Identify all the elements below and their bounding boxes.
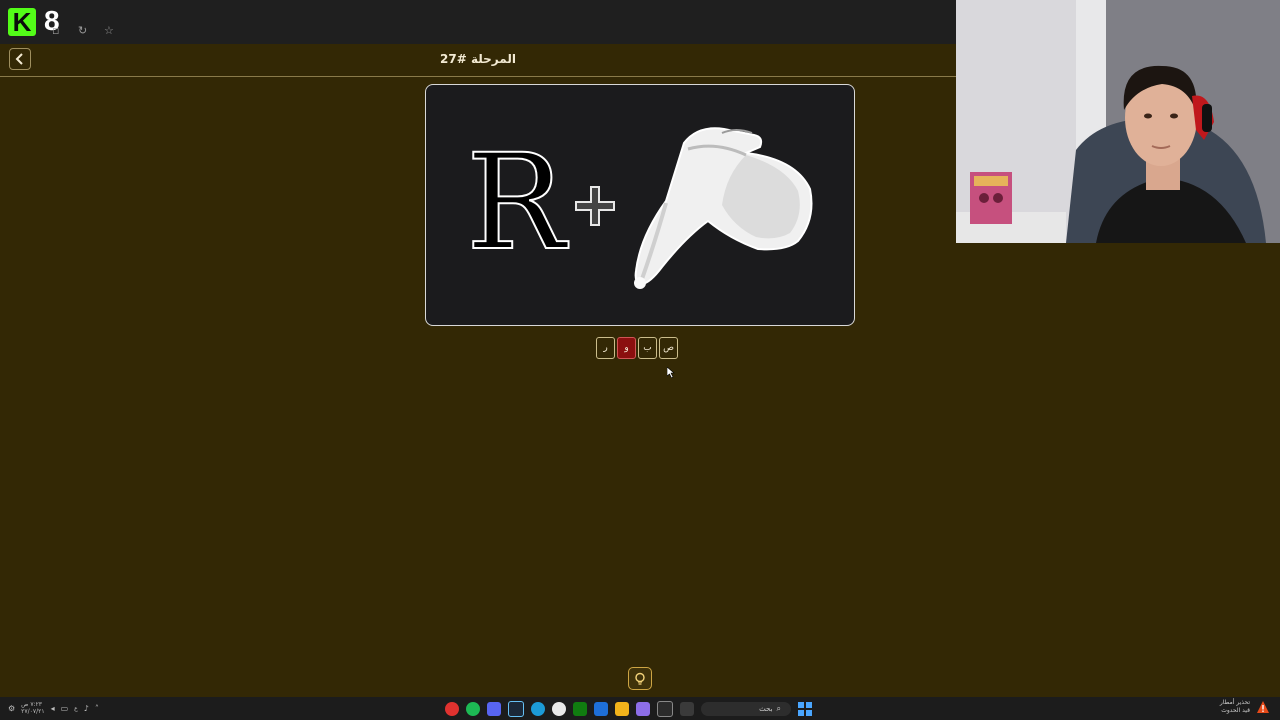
network-icon[interactable]: ▭	[61, 704, 69, 713]
page-title: المرحلة #27	[440, 52, 516, 66]
puzzle-letter: R	[465, 126, 566, 280]
terminal-icon[interactable]	[680, 702, 694, 716]
warning-icon	[1257, 701, 1269, 713]
lightbulb-icon	[635, 672, 645, 685]
clock-date: ٢٧/٠٧/٢١	[21, 708, 45, 715]
mouse-cursor-icon	[667, 367, 675, 378]
edge-icon[interactable]	[531, 702, 545, 716]
webcam-overlay	[956, 0, 1280, 243]
weather-alert[interactable]: تحذير أمطار قيد الحدوث	[1220, 699, 1270, 715]
answer-tiles: ص ب و ر	[596, 337, 678, 359]
windows-start-icon[interactable]	[798, 702, 812, 716]
store-icon[interactable]	[594, 702, 608, 716]
refresh-icon[interactable]: ↻	[78, 24, 87, 38]
taskbar-search[interactable]: بحث ⌕	[701, 702, 791, 716]
pouring-milk-jug-icon	[634, 127, 813, 289]
browser-toolbar: K 8 ▫ ↻ ☆	[0, 0, 956, 45]
file-explorer-icon[interactable]	[615, 702, 629, 716]
taskbar-apps: بحث ⌕	[445, 701, 812, 717]
alert-line-1: تحذير أمطار	[1219, 699, 1250, 706]
alert-line-2: قيد الحدوث	[1221, 707, 1250, 714]
hint-button[interactable]	[628, 667, 652, 690]
clock-time: ٧:٢٣ ص	[21, 701, 43, 708]
language-indicator[interactable]: ع	[74, 705, 78, 712]
search-icon: ⌕	[776, 704, 781, 713]
chrome-icon[interactable]	[552, 702, 566, 716]
windows-taskbar: ⚙ ٧:٢٣ ص ٢٧/٠٧/٢١ ◂ ▭ ع ♪ ˄ بحث ⌕ تحذير …	[0, 697, 1280, 720]
microphone-icon[interactable]: ♪	[84, 704, 89, 713]
spotify-icon[interactable]	[466, 702, 480, 716]
answer-tile[interactable]: ب	[638, 337, 657, 359]
app-icon-red[interactable]	[445, 702, 459, 716]
app-header: المرحلة #27	[0, 44, 956, 77]
clock[interactable]: ٧:٢٣ ص ٢٧/٠٧/٢١	[21, 701, 44, 715]
answer-tile[interactable]: ر	[596, 337, 615, 359]
streamer-webcam-image	[956, 0, 1280, 243]
search-placeholder: بحث	[759, 705, 773, 713]
puzzle-image-card: R	[425, 84, 855, 326]
app-icon-dark[interactable]	[657, 701, 673, 717]
discord-icon[interactable]	[487, 702, 501, 716]
settings-icon[interactable]: ⚙	[8, 704, 15, 713]
copilot-icon[interactable]	[636, 702, 650, 716]
plus-icon	[575, 186, 615, 226]
answer-tile[interactable]: ص	[659, 337, 678, 359]
star-icon[interactable]: ☆	[104, 24, 114, 38]
answer-tile-selected[interactable]: و	[617, 337, 636, 359]
minimize-icon[interactable]: ▫	[52, 24, 59, 38]
kick-k-icon: K	[8, 8, 36, 36]
volume-icon[interactable]: ◂	[51, 704, 55, 713]
chevron-up-icon[interactable]: ˄	[95, 704, 99, 713]
xbox-icon[interactable]	[573, 702, 587, 716]
steam-icon[interactable]	[508, 701, 524, 717]
system-tray: ⚙ ٧:٢٣ ص ٢٧/٠٧/٢١ ◂ ▭ ع ♪ ˄	[8, 701, 99, 715]
